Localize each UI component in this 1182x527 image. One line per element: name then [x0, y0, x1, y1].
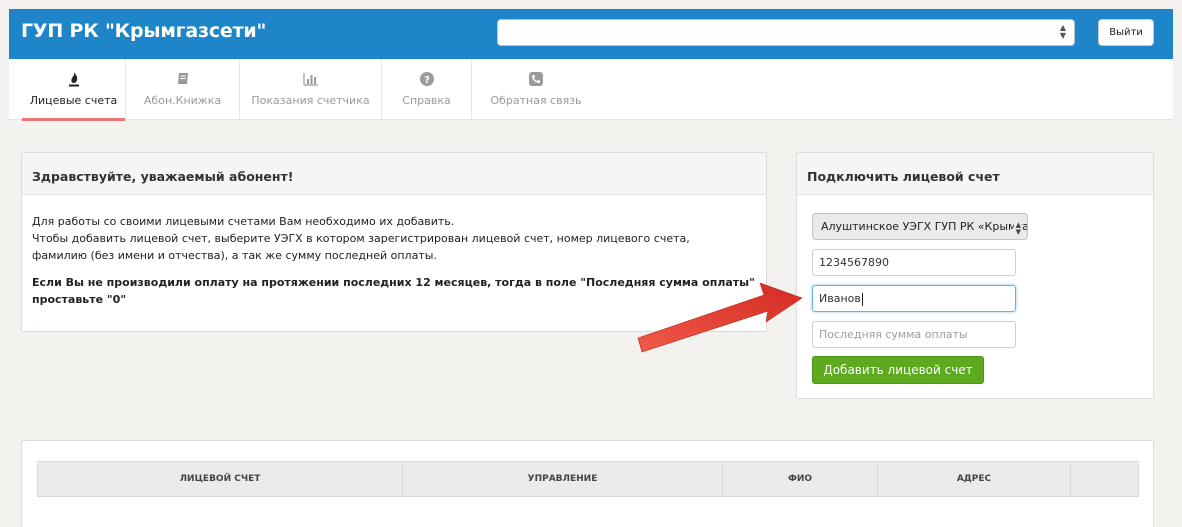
connect-title: Подключить лицевой счет	[797, 153, 1153, 195]
account-number-input[interactable]: 1234567890	[812, 249, 1016, 276]
column-header-address[interactable]: АДРЕС	[878, 462, 1071, 496]
bar-chart-icon	[240, 71, 381, 87]
book-icon	[126, 71, 239, 87]
tab-accounts[interactable]: Лицевые счета	[22, 59, 126, 121]
accounts-table-panel: ЛИЦЕВОЙ СЧЕТ УПРАВЛЕНИЕ ФИО АДРЕС	[21, 440, 1154, 527]
select-arrows-icon: ▲ ▼	[1059, 23, 1066, 40]
instruction-line: Чтобы добавить лицевой счет, выберите УЭ…	[32, 232, 690, 245]
welcome-panel: Здравствуйте, уважаемый абонент! Для раб…	[21, 152, 767, 332]
column-header-name[interactable]: ФИО	[723, 462, 878, 496]
add-account-button[interactable]: Добавить лицевой счет	[812, 356, 984, 384]
tab-label: Справка	[402, 94, 451, 107]
header-select[interactable]: ▲ ▼	[497, 19, 1075, 46]
tab-help[interactable]: ? Справка	[382, 59, 472, 120]
surname-input[interactable]: Иванов	[812, 285, 1016, 312]
tab-label: Абон.Книжка	[143, 94, 222, 107]
surname-value: Иванов	[819, 292, 861, 305]
tab-meter-readings[interactable]: Показания счетчика	[240, 59, 382, 120]
accounts-table-header: ЛИЦЕВОЙ СЧЕТ УПРАВЛЕНИЕ ФИО АДРЕС	[37, 461, 1139, 497]
welcome-title: Здравствуйте, уважаемый абонент!	[22, 153, 766, 195]
tab-label: Лицевые счета	[29, 94, 118, 107]
select-arrows-icon: ▲ ▼	[1013, 221, 1021, 236]
instruction-line: фамилию (без имени и отчества), а так же…	[32, 249, 437, 262]
phone-icon	[472, 71, 600, 87]
tab-subscriber-book[interactable]: Абон.Книжка	[126, 59, 240, 120]
connect-account-panel: Подключить лицевой счет Алуштинское УЭГХ…	[796, 152, 1154, 399]
tab-feedback[interactable]: Обратная связь	[472, 59, 600, 120]
text-caret	[861, 292, 863, 306]
column-header-actions	[1071, 462, 1138, 496]
zero-payment-note: Если Вы не производили оплату на протяже…	[32, 276, 755, 306]
welcome-text: Для работы со своими лицевыми счетами Ва…	[22, 195, 766, 308]
logout-button[interactable]: Выйти	[1098, 19, 1154, 46]
flame-icon	[22, 71, 125, 87]
instructions: Для работы со своими лицевыми счетами Ва…	[32, 213, 756, 264]
help-icon: ?	[382, 71, 471, 87]
brand-title: ГУП РК "Крымгазсети"	[21, 20, 267, 42]
department-select[interactable]: Алуштинское УЭГХ ГУП РК «Крымгазсети» ▲▼	[812, 213, 1028, 240]
last-payment-input[interactable]: Последняя сумма оплаты	[812, 321, 1016, 348]
svg-text:?: ?	[424, 75, 430, 86]
column-header-account[interactable]: ЛИЦЕВОЙ СЧЕТ	[38, 462, 403, 496]
tab-bar: Лицевые счета Абон.Книжка Показания счет…	[9, 59, 1173, 121]
instruction-line: Для работы со своими лицевыми счетами Ва…	[32, 215, 455, 228]
tab-label: Обратная связь	[490, 94, 582, 107]
tab-label: Показания счетчика	[251, 94, 370, 107]
department-select-value: Алуштинское УЭГХ ГУП РК «Крымгазсети»	[821, 220, 1027, 233]
top-bar: ГУП РК "Крымгазсети" ▲ ▼ Выйти	[9, 9, 1173, 59]
column-header-department[interactable]: УПРАВЛЕНИЕ	[403, 462, 723, 496]
